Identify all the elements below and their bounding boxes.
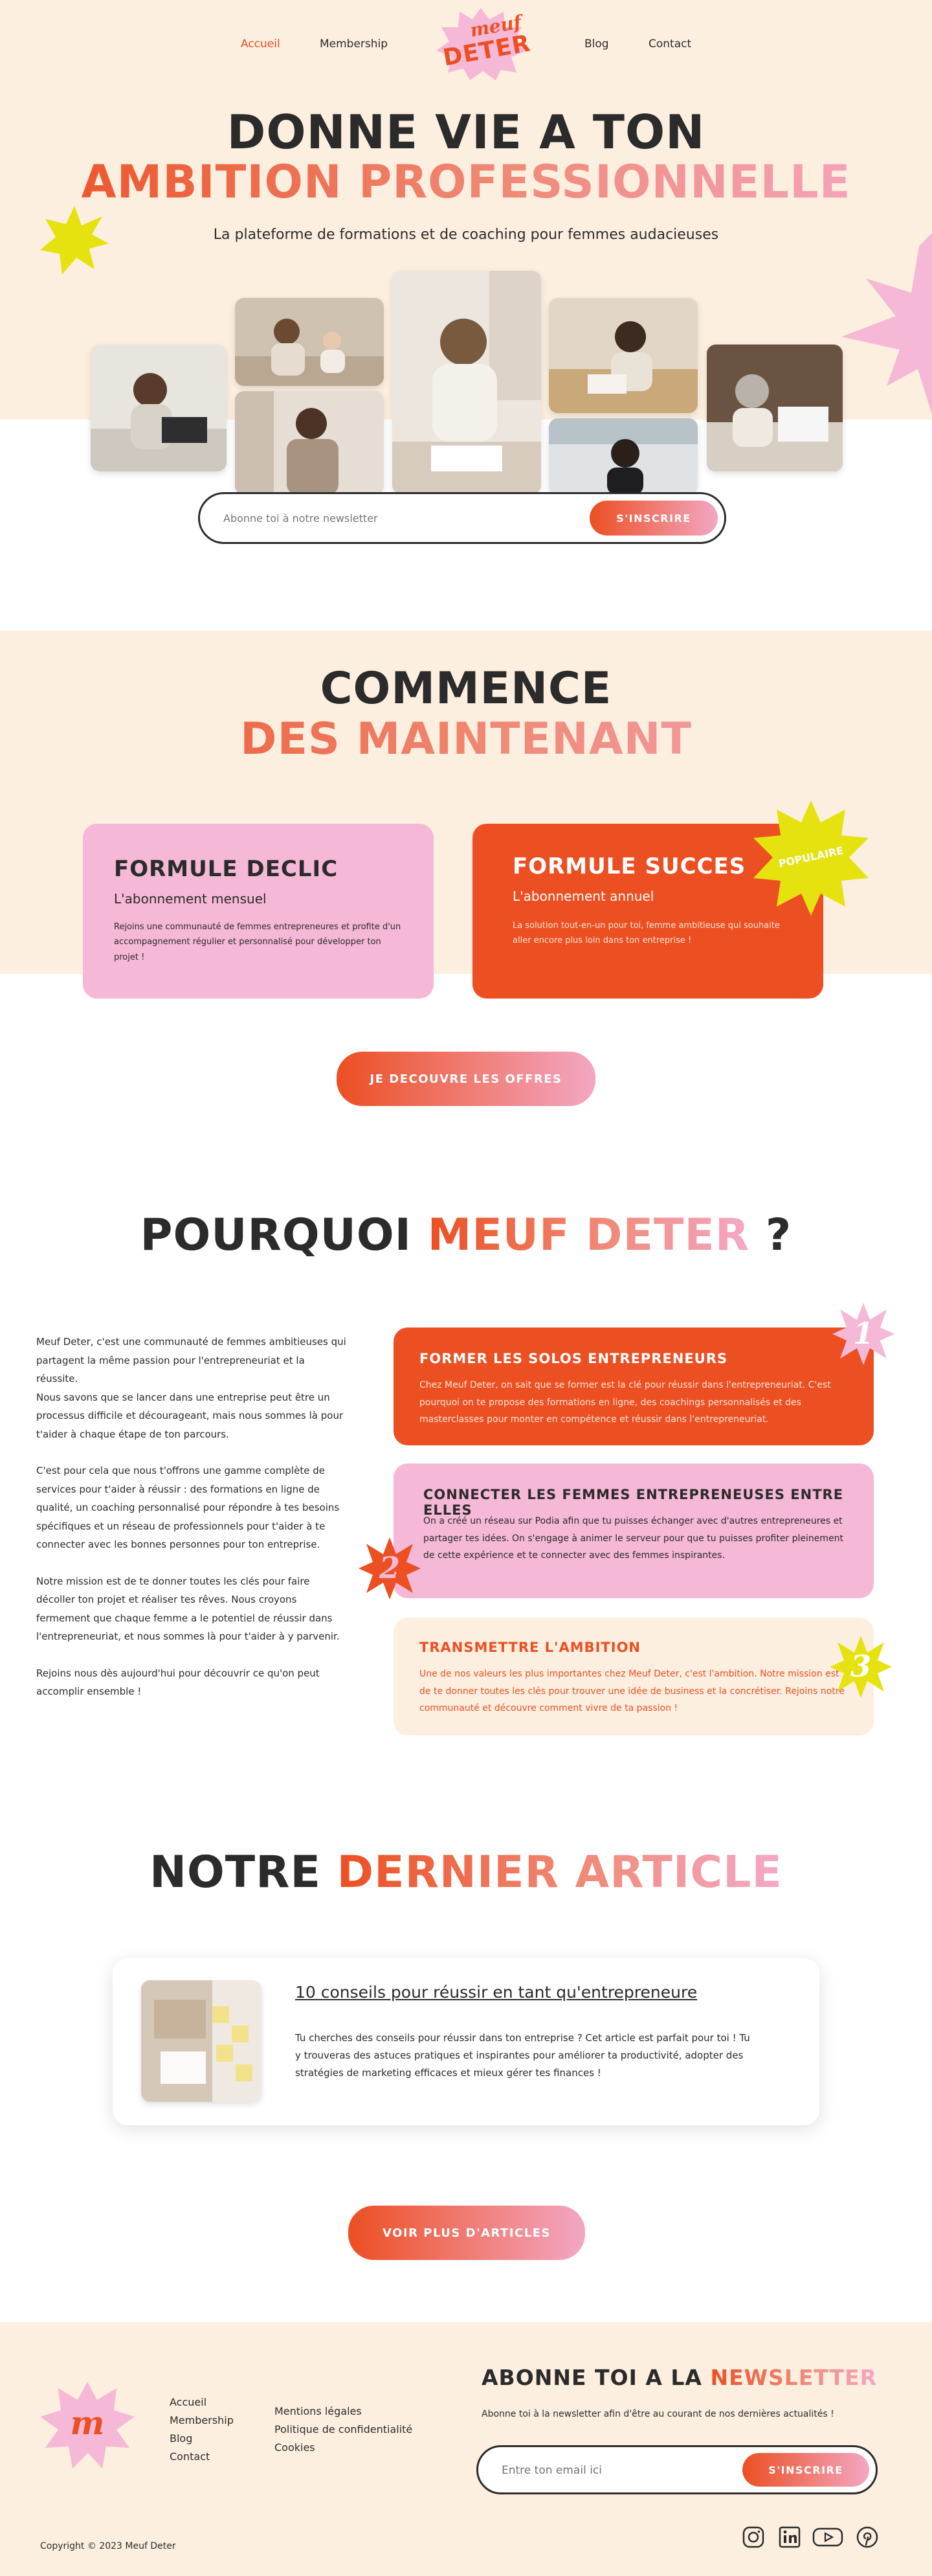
nav-contact[interactable]: Contact bbox=[649, 38, 691, 51]
footer-link-contact[interactable]: Contact bbox=[170, 2448, 234, 2466]
footer-email-input[interactable] bbox=[502, 2461, 735, 2480]
photo-woman-notebook bbox=[549, 298, 698, 413]
photo-woman-suit bbox=[235, 391, 384, 495]
offer-declic-text: Rejoins une communauté de femmes entrepr… bbox=[114, 922, 401, 962]
hero-newsletter-input[interactable] bbox=[223, 508, 547, 528]
article-title-part1: NOTRE bbox=[150, 1847, 321, 1898]
footer-link-cookies[interactable]: Cookies bbox=[274, 2439, 412, 2457]
footer-newsletter-text: Abonne toi à la newsletter afin d'être a… bbox=[482, 2409, 834, 2419]
instagram-icon[interactable] bbox=[742, 2525, 765, 2549]
footer-subscribe-button[interactable]: S'INSCRIRE bbox=[742, 2453, 869, 2487]
footer-copyright: Copyright © 2023 Meuf Deter bbox=[40, 2541, 176, 2551]
why-box-3: TRANSMETTRE L'AMBITION Une de nos valeur… bbox=[394, 1618, 874, 1735]
photo-woman-smiling bbox=[549, 418, 698, 495]
footer-link-privacy[interactable]: Politique de confidentialité bbox=[274, 2421, 412, 2439]
why-box-3-text: Une de nos valeurs les plus importantes … bbox=[419, 1669, 845, 1714]
photo-mother-baby bbox=[235, 298, 384, 386]
hero-title-line1: DONNE VIE A TON bbox=[227, 105, 705, 159]
why-para-1: Meuf Deter, c'est une communauté de femm… bbox=[36, 1336, 346, 1384]
footer-links-main: Accueil Membership Blog Contact bbox=[170, 2393, 234, 2466]
photo-senior-woman bbox=[707, 345, 843, 471]
why-title-part3: ? bbox=[765, 1210, 792, 1261]
footer-newsletter-title-part1: ABONNE TOI A LA bbox=[482, 2365, 702, 2390]
why-para-4: Notre mission est de te donner toutes le… bbox=[36, 1575, 340, 1643]
more-articles-button[interactable]: VOIR PLUS D'ARTICLES bbox=[348, 2206, 585, 2260]
why-badge-3: 3 bbox=[828, 1634, 893, 1699]
why-title: POURQUOI MEUF DETER ? bbox=[0, 1210, 932, 1261]
why-box-2-text: On a créé un réseau sur Podia afin que t… bbox=[423, 1516, 844, 1561]
why-box-2: CONNECTER LES FEMMES ENTREPRENEUSES ENTR… bbox=[394, 1463, 874, 1598]
why-box-1-text: Chez Meuf Deter, on sait que se former e… bbox=[419, 1380, 831, 1425]
footer-link-accueil[interactable]: Accueil bbox=[170, 2393, 234, 2412]
footer-newsletter-title: ABONNE TOI A LA NEWSLETTER bbox=[482, 2365, 877, 2390]
nav-blog[interactable]: Blog bbox=[584, 38, 609, 51]
why-badge-3-number: 3 bbox=[850, 1649, 871, 1684]
footer-logo[interactable]: m bbox=[39, 2380, 136, 2471]
article-thumbnail bbox=[141, 1980, 261, 2102]
linkedin-icon[interactable] bbox=[778, 2525, 801, 2549]
hero-title-line2: AMBITION PROFESSIONNELLE bbox=[0, 155, 932, 209]
offer-declic-subtitle: L'abonnement mensuel bbox=[114, 891, 267, 907]
nav-accueil[interactable]: Accueil bbox=[241, 38, 280, 51]
site-logo[interactable]: meuf DETER bbox=[432, 5, 533, 82]
why-badge-1: 1 bbox=[831, 1302, 896, 1366]
why-title-part2: MEUF DETER bbox=[427, 1210, 750, 1261]
nav-membership[interactable]: Membership bbox=[320, 38, 388, 51]
photo-woman-laptop bbox=[91, 345, 227, 471]
why-box-1: FORMER LES SOLOS ENTREPRENEURS Chez Meuf… bbox=[394, 1328, 874, 1445]
hero-newsletter-form: S'INSCRIRE bbox=[198, 492, 726, 544]
why-badge-2-number: 2 bbox=[379, 1550, 400, 1585]
hero-subscribe-button[interactable]: S'INSCRIRE bbox=[590, 501, 718, 536]
footer-links-legal: Mentions légales Politique de confidenti… bbox=[274, 2402, 412, 2457]
why-title-part1: POURQUOI bbox=[140, 1210, 412, 1261]
footer-newsletter-title-part2: NEWSLETTER bbox=[710, 2365, 878, 2390]
pinterest-icon[interactable] bbox=[856, 2525, 879, 2549]
article-title-part2: DERNIER ARTICLE bbox=[337, 1847, 782, 1898]
footer-link-membership[interactable]: Membership bbox=[170, 2412, 234, 2430]
article-card[interactable]: 10 conseils pour réussir en tant qu'entr… bbox=[113, 1958, 819, 2125]
why-box-3-title: TRANSMETTRE L'AMBITION bbox=[419, 1640, 641, 1655]
why-intro-text: Meuf Deter, c'est une communauté de femm… bbox=[36, 1333, 347, 1701]
offers-title-line2: DES MAINTENANT bbox=[0, 714, 932, 765]
offer-succes-title: FORMULE SUCCES bbox=[513, 853, 746, 879]
why-badge-1-number: 1 bbox=[852, 1316, 874, 1351]
why-box-1-title: FORMER LES SOLOS ENTREPRENEURS bbox=[419, 1351, 728, 1366]
article-post-title[interactable]: 10 conseils pour réussir en tant qu'entr… bbox=[295, 1983, 697, 2002]
pink-star-icon bbox=[841, 233, 932, 414]
popular-badge: POPULAIRE bbox=[751, 798, 871, 918]
offer-succes-subtitle: L'abonnement annuel bbox=[513, 888, 654, 904]
offer-card-declic[interactable]: FORMULE DECLIC L'abonnement mensuel Rejo… bbox=[83, 824, 434, 999]
why-para-5: Rejoins nous dès aujourd'hui pour découv… bbox=[36, 1667, 320, 1698]
discover-offers-button[interactable]: JE DECOUVRE LES OFFRES bbox=[337, 1052, 595, 1106]
why-para-3: C'est pour cela que nous t'offrons une g… bbox=[36, 1465, 340, 1550]
footer-newsletter-form: S'INSCRIRE bbox=[476, 2445, 878, 2494]
footer-link-blog[interactable]: Blog bbox=[170, 2430, 234, 2448]
article-post-text: Tu cherches des conseils pour réussir da… bbox=[295, 2032, 750, 2079]
why-badge-2: 2 bbox=[357, 1536, 422, 1601]
offer-succes-text: La solution tout-en-un pour toi, femme a… bbox=[513, 921, 780, 946]
why-para-2: Nous savons que se lancer dans une entre… bbox=[36, 1391, 344, 1440]
offers-title-line1: COMMENCE bbox=[320, 663, 612, 714]
photo-woman-phone bbox=[392, 271, 541, 494]
youtube-icon[interactable] bbox=[812, 2525, 844, 2549]
hero-subtitle: La plateforme de formations et de coachi… bbox=[213, 227, 719, 243]
footer-logo-letter: m bbox=[70, 2404, 105, 2442]
article-title: NOTRE DERNIER ARTICLE bbox=[0, 1847, 932, 1898]
footer-link-mentions[interactable]: Mentions légales bbox=[274, 2402, 412, 2421]
yellow-star-icon bbox=[40, 206, 109, 275]
offer-declic-title: FORMULE DECLIC bbox=[114, 856, 338, 882]
